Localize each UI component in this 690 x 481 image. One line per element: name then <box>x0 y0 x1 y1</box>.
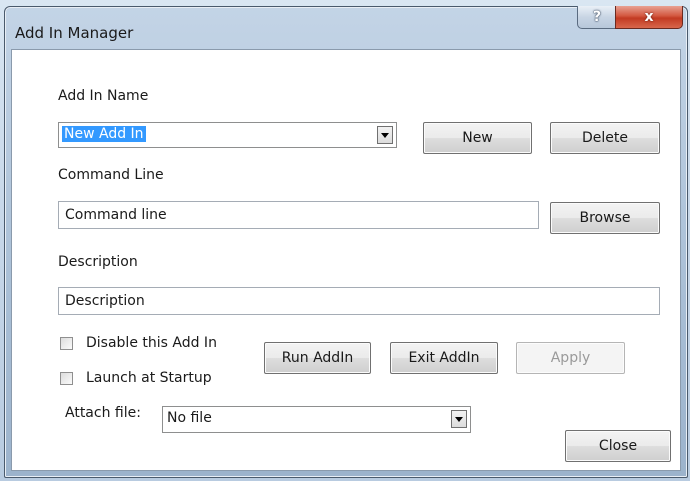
addin-name-value: New Add In <box>62 126 146 142</box>
description-label: Description <box>58 254 138 270</box>
close-button[interactable]: Close <box>565 430 671 462</box>
attach-file-value: No file <box>167 410 212 426</box>
help-button[interactable]: ? <box>577 6 617 29</box>
launch-startup-checkbox[interactable] <box>60 372 73 385</box>
run-addin-button[interactable]: Run AddIn <box>264 342 371 374</box>
chevron-down-icon[interactable] <box>451 410 467 428</box>
launch-startup-label: Launch at Startup <box>86 370 212 386</box>
command-line-field[interactable]: Command line <box>58 201 539 229</box>
launch-startup-checkbox-row[interactable]: Launch at Startup <box>60 370 240 388</box>
addin-name-combo[interactable]: New Add In <box>58 122 397 148</box>
delete-button[interactable]: Delete <box>550 122 660 154</box>
description-value: Description <box>65 293 145 309</box>
browse-button[interactable]: Browse <box>550 202 660 234</box>
addin-name-label: Add In Name <box>58 88 149 104</box>
add-in-manager-dialog: Add In Manager ? x Add In Name New Add I… <box>4 6 688 478</box>
disable-addin-checkbox[interactable] <box>60 337 73 350</box>
exit-addin-button[interactable]: Exit AddIn <box>390 342 498 374</box>
attach-file-combo[interactable]: No file <box>162 406 471 433</box>
disable-addin-label: Disable this Add In <box>86 335 217 351</box>
new-button[interactable]: New <box>423 122 532 154</box>
description-field[interactable]: Description <box>58 287 660 315</box>
chevron-down-icon[interactable] <box>377 126 393 144</box>
apply-button[interactable]: Apply <box>516 342 625 374</box>
window-close-button[interactable]: x <box>615 6 683 29</box>
command-line-value: Command line <box>65 207 167 223</box>
dialog-client-area: Add In Name New Add In New Delete Comman… <box>11 49 681 471</box>
attach-file-label: Attach file: <box>65 405 141 421</box>
disable-addin-checkbox-row[interactable]: Disable this Add In <box>60 335 240 353</box>
command-line-label: Command Line <box>58 167 164 183</box>
window-title: Add In Manager <box>15 24 134 42</box>
